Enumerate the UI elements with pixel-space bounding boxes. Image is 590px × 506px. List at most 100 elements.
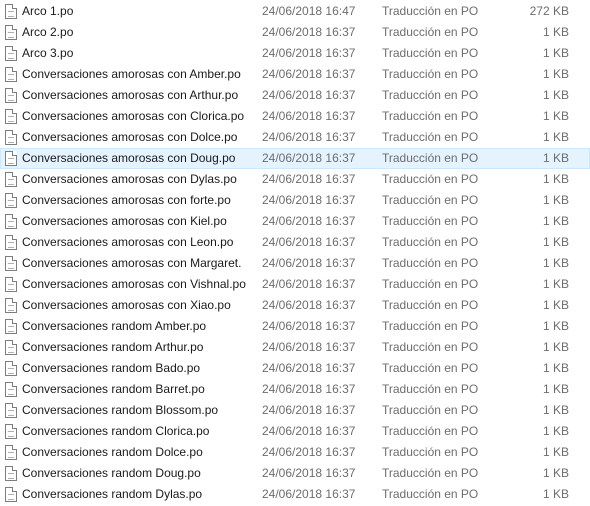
file-date-modified: 24/06/2018 16:37 xyxy=(262,193,356,207)
file-type: Traducción en PO xyxy=(382,382,479,396)
file-size: 1 KB xyxy=(542,25,569,39)
file-row[interactable]: Conversaciones amorosas con Margaret. 24/… xyxy=(0,253,590,274)
file-name: Conversaciones random Bado.po xyxy=(22,361,201,375)
file-size: 272 KB xyxy=(529,4,569,18)
file-type: Traducción en PO xyxy=(382,235,479,249)
file-size: 1 KB xyxy=(542,319,569,333)
file-name: Conversaciones amorosas con Amber.po xyxy=(22,67,241,81)
file-type: Traducción en PO xyxy=(382,361,479,375)
file-size: 1 KB xyxy=(542,277,569,291)
file-name: Conversaciones amorosas con Arthur.po xyxy=(22,88,239,102)
file-size: 1 KB xyxy=(542,67,569,81)
file-size: 1 KB xyxy=(542,382,569,396)
document-file-icon xyxy=(5,109,17,124)
file-size: 1 KB xyxy=(542,487,569,501)
file-row[interactable]: Conversaciones random Doug.po 24/06/2018 … xyxy=(0,463,590,484)
file-name: Conversaciones amorosas con Leon.po xyxy=(22,235,234,249)
file-row[interactable]: Conversaciones random Dylas.po 24/06/2018… xyxy=(0,484,590,505)
file-row[interactable]: Conversaciones amorosas con Leon.po 24/06… xyxy=(0,232,590,253)
file-row[interactable]: Conversaciones random Amber.po 24/06/2018… xyxy=(0,316,590,337)
file-type: Traducción en PO xyxy=(382,67,479,81)
file-row[interactable]: Conversaciones random Clorica.po 24/06/20… xyxy=(0,421,590,442)
file-type: Traducción en PO xyxy=(382,4,479,18)
file-date-modified: 24/06/2018 16:37 xyxy=(262,382,356,396)
file-name: Conversaciones amorosas con Margaret. xyxy=(22,256,242,270)
file-size: 1 KB xyxy=(542,403,569,417)
file-name: Conversaciones amorosas con Vishnal.po xyxy=(22,277,246,291)
file-row[interactable]: Arco 3.po 24/06/2018 16:37 Traducción en P… xyxy=(0,43,590,64)
file-row[interactable]: Conversaciones amorosas con Clorica.po 24… xyxy=(0,106,590,127)
file-date-modified: 24/06/2018 16:37 xyxy=(262,277,356,291)
file-name: Conversaciones random Blossom.po xyxy=(22,403,219,417)
file-row[interactable]: Conversaciones amorosas con Doug.po 24/06… xyxy=(0,148,590,169)
file-type: Traducción en PO xyxy=(382,130,479,144)
file-row[interactable]: Conversaciones amorosas con Kiel.po 24/06… xyxy=(0,211,590,232)
file-type: Traducción en PO xyxy=(382,25,479,39)
file-date-modified: 24/06/2018 16:37 xyxy=(262,214,356,228)
file-type: Traducción en PO xyxy=(382,298,479,312)
file-name: Conversaciones amorosas con Xiao.po xyxy=(22,298,231,312)
document-file-icon xyxy=(5,445,17,460)
file-name: Arco 3.po xyxy=(22,46,74,60)
document-file-icon xyxy=(5,319,17,334)
file-row[interactable]: Conversaciones amorosas con Xiao.po 24/06… xyxy=(0,295,590,316)
file-date-modified: 24/06/2018 16:37 xyxy=(262,67,356,81)
file-date-modified: 24/06/2018 16:37 xyxy=(262,403,356,417)
file-date-modified: 24/06/2018 16:37 xyxy=(262,109,356,123)
file-row[interactable]: Conversaciones random Dolce.po 24/06/2018… xyxy=(0,442,590,463)
document-file-icon xyxy=(5,487,17,502)
file-row[interactable]: Conversaciones amorosas con Dylas.po 24/0… xyxy=(0,169,590,190)
document-file-icon xyxy=(5,151,17,166)
document-file-icon xyxy=(5,88,17,103)
file-date-modified: 24/06/2018 16:37 xyxy=(262,424,356,438)
document-file-icon xyxy=(5,130,17,145)
file-row[interactable]: Arco 1.po 24/06/2018 16:47 Traducción en P… xyxy=(0,1,590,22)
file-size: 1 KB xyxy=(542,256,569,270)
file-date-modified: 24/06/2018 16:37 xyxy=(262,130,356,144)
file-row[interactable]: Conversaciones amorosas con Arthur.po 24/… xyxy=(0,85,590,106)
document-file-icon xyxy=(5,298,17,313)
file-date-modified: 24/06/2018 16:37 xyxy=(262,319,356,333)
file-type: Traducción en PO xyxy=(382,193,479,207)
document-file-icon xyxy=(5,256,17,271)
file-type: Traducción en PO xyxy=(382,214,479,228)
file-date-modified: 24/06/2018 16:37 xyxy=(262,235,356,249)
file-date-modified: 24/06/2018 16:37 xyxy=(262,151,356,165)
file-date-modified: 24/06/2018 16:37 xyxy=(262,172,356,186)
file-type: Traducción en PO xyxy=(382,256,479,270)
file-size: 1 KB xyxy=(542,424,569,438)
file-date-modified: 24/06/2018 16:37 xyxy=(262,46,356,60)
file-size: 1 KB xyxy=(542,235,569,249)
document-file-icon xyxy=(5,340,17,355)
file-list: Arco 1.po 24/06/2018 16:47 Traducción en P… xyxy=(0,1,590,505)
file-date-modified: 24/06/2018 16:37 xyxy=(262,487,356,501)
file-row[interactable]: Conversaciones amorosas con forte.po 24/0… xyxy=(0,190,590,211)
file-name: Conversaciones random Amber.po xyxy=(22,319,207,333)
file-size: 1 KB xyxy=(542,46,569,60)
file-row[interactable]: Conversaciones amorosas con Dolce.po 24/0… xyxy=(0,127,590,148)
document-file-icon xyxy=(5,25,17,40)
file-name: Arco 1.po xyxy=(22,4,74,18)
file-name: Conversaciones random Doug.po xyxy=(22,466,201,480)
file-row[interactable]: Conversaciones random Arthur.po 24/06/201… xyxy=(0,337,590,358)
file-date-modified: 24/06/2018 16:47 xyxy=(262,4,356,18)
file-row[interactable]: Conversaciones amorosas con Vishnal.po 24… xyxy=(0,274,590,295)
file-date-modified: 24/06/2018 16:37 xyxy=(262,445,356,459)
file-date-modified: 24/06/2018 16:37 xyxy=(262,298,356,312)
file-date-modified: 24/06/2018 16:37 xyxy=(262,88,356,102)
file-size: 1 KB xyxy=(542,361,569,375)
file-row[interactable]: Conversaciones random Bado.po 24/06/2018 … xyxy=(0,358,590,379)
file-name: Conversaciones random Clorica.po xyxy=(22,424,210,438)
file-row[interactable]: Arco 2.po 24/06/2018 16:37 Traducción en P… xyxy=(0,22,590,43)
file-size: 1 KB xyxy=(542,445,569,459)
file-row[interactable]: Conversaciones random Barret.po 24/06/201… xyxy=(0,379,590,400)
file-type: Traducción en PO xyxy=(382,277,479,291)
file-row[interactable]: Conversaciones random Blossom.po 24/06/20… xyxy=(0,400,590,421)
file-date-modified: 24/06/2018 16:37 xyxy=(262,340,356,354)
file-row[interactable]: Conversaciones amorosas con Amber.po 24/0… xyxy=(0,64,590,85)
file-name: Conversaciones random Dolce.po xyxy=(22,445,203,459)
file-size: 1 KB xyxy=(542,214,569,228)
file-type: Traducción en PO xyxy=(382,88,479,102)
file-type: Traducción en PO xyxy=(382,46,479,60)
file-name: Conversaciones random Dylas.po xyxy=(22,487,203,501)
